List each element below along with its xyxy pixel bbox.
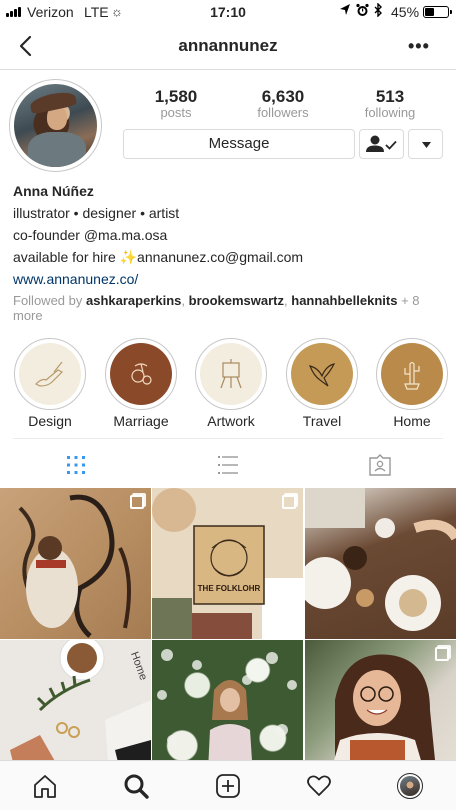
highlight-label: Design (28, 413, 72, 429)
avatar (400, 776, 420, 796)
clock: 17:10 (210, 4, 246, 20)
highlight-marriage[interactable]: Marriage (105, 338, 177, 429)
tagged-photos-icon[interactable] (368, 453, 392, 477)
highlight-ring (105, 338, 177, 410)
profile-stats: 1,580 posts 6,630 followers 513 followin… (123, 87, 443, 119)
list-view-icon[interactable] (216, 453, 240, 477)
avatar-image (14, 84, 97, 167)
highlight-cover (381, 343, 443, 405)
website-link[interactable]: www.annanunez.co/ (13, 270, 138, 288)
location-icon (340, 4, 350, 15)
highlight-label: Travel (302, 413, 342, 429)
highlight-ring (195, 338, 267, 410)
search-icon[interactable] (123, 773, 149, 799)
bluetooth-icon (374, 3, 382, 17)
status-bar: Verizon LTE ☼ 17:10 45% (0, 0, 456, 24)
hand-drawing-icon (34, 361, 64, 387)
orange-branch-icon (131, 363, 152, 385)
suggestions-dropdown-button[interactable] (408, 129, 443, 159)
highlight-artwork[interactable]: Artwork (195, 338, 267, 429)
post-the-folklohr[interactable]: THE FOLKLOHR (152, 488, 303, 639)
highlight-ring (286, 338, 358, 410)
follower-username[interactable]: hannahbelleknits (291, 293, 397, 308)
followers-stat[interactable]: 6,630 followers (230, 87, 336, 119)
alarm-icon (356, 3, 369, 16)
new-post-icon[interactable] (215, 773, 241, 799)
posts-count: 1,580 (154, 87, 198, 106)
caret-down-icon (422, 142, 431, 148)
followers-label: followers (257, 105, 309, 120)
posts-label: posts (160, 105, 192, 120)
more-options-icon[interactable]: ••• (408, 36, 430, 57)
profile-username: annannunez (178, 36, 278, 55)
cactus-icon (404, 361, 420, 390)
activity-heart-icon[interactable] (306, 773, 332, 799)
highlight-label: Home (393, 413, 431, 429)
post-artwork (18, 494, 131, 638)
multiple-photos-icon (130, 495, 144, 509)
avatar[interactable] (9, 79, 102, 172)
posts-stat[interactable]: 1,580 posts (123, 87, 229, 119)
post-paper-snakes[interactable] (0, 488, 151, 639)
following-stat[interactable]: 513 following (337, 87, 443, 119)
nav-bar: annannunez ••• (0, 24, 456, 70)
followed-by-text[interactable]: Followed by ashkaraperkins, brookemswart… (13, 293, 443, 323)
highlight-design[interactable]: Design (14, 338, 86, 429)
multiple-photos-icon (282, 495, 296, 509)
post-caption: THE FOLKLOHR (197, 584, 261, 593)
following-label: following (364, 105, 416, 120)
bottom-tab-bar (0, 760, 456, 810)
highlight-ring (376, 338, 448, 410)
highlight-cover (19, 343, 81, 405)
highlight-cover (110, 343, 172, 405)
divider (13, 438, 443, 439)
bio-line: co-founder @ma.ma.osa (13, 227, 168, 243)
highlight-home[interactable]: Home (376, 338, 448, 429)
message-button[interactable]: Message (123, 129, 355, 159)
battery-percent: 45% (391, 4, 420, 20)
follower-username[interactable]: brookemswartz (189, 293, 284, 308)
person-check-icon (366, 135, 397, 152)
status-icons (339, 3, 383, 17)
highlight-cover (200, 343, 262, 405)
bird-icon (309, 363, 336, 387)
post-artwork (305, 488, 456, 631)
highlight-ring (14, 338, 86, 410)
followed-by-prefix: Followed by (13, 293, 83, 308)
battery-icon (423, 6, 452, 18)
easel-icon (220, 359, 242, 389)
highlight-label: Artwork (207, 413, 255, 429)
bio-line: illustrator • designer • artist (13, 205, 180, 221)
followers-count: 6,630 (261, 87, 305, 106)
follower-username[interactable]: ashkaraperkins (86, 293, 181, 308)
multiple-photos-icon (435, 647, 449, 661)
highlight-cover (291, 343, 353, 405)
post-brunch-table[interactable] (305, 488, 456, 639)
bio-line: available for hire ✨annanunez.co@gmail.c… (13, 249, 304, 265)
home-icon[interactable] (32, 773, 58, 799)
highlight-travel[interactable]: Travel (286, 338, 358, 429)
highlight-label: Marriage (113, 413, 169, 429)
following-count: 513 (375, 87, 405, 106)
grid-view-icon[interactable] (64, 453, 88, 477)
post-artwork (152, 488, 303, 639)
following-button[interactable] (359, 129, 404, 159)
profile-full-name: Anna Núñez (13, 183, 94, 199)
profile-tab-avatar[interactable] (397, 773, 423, 799)
